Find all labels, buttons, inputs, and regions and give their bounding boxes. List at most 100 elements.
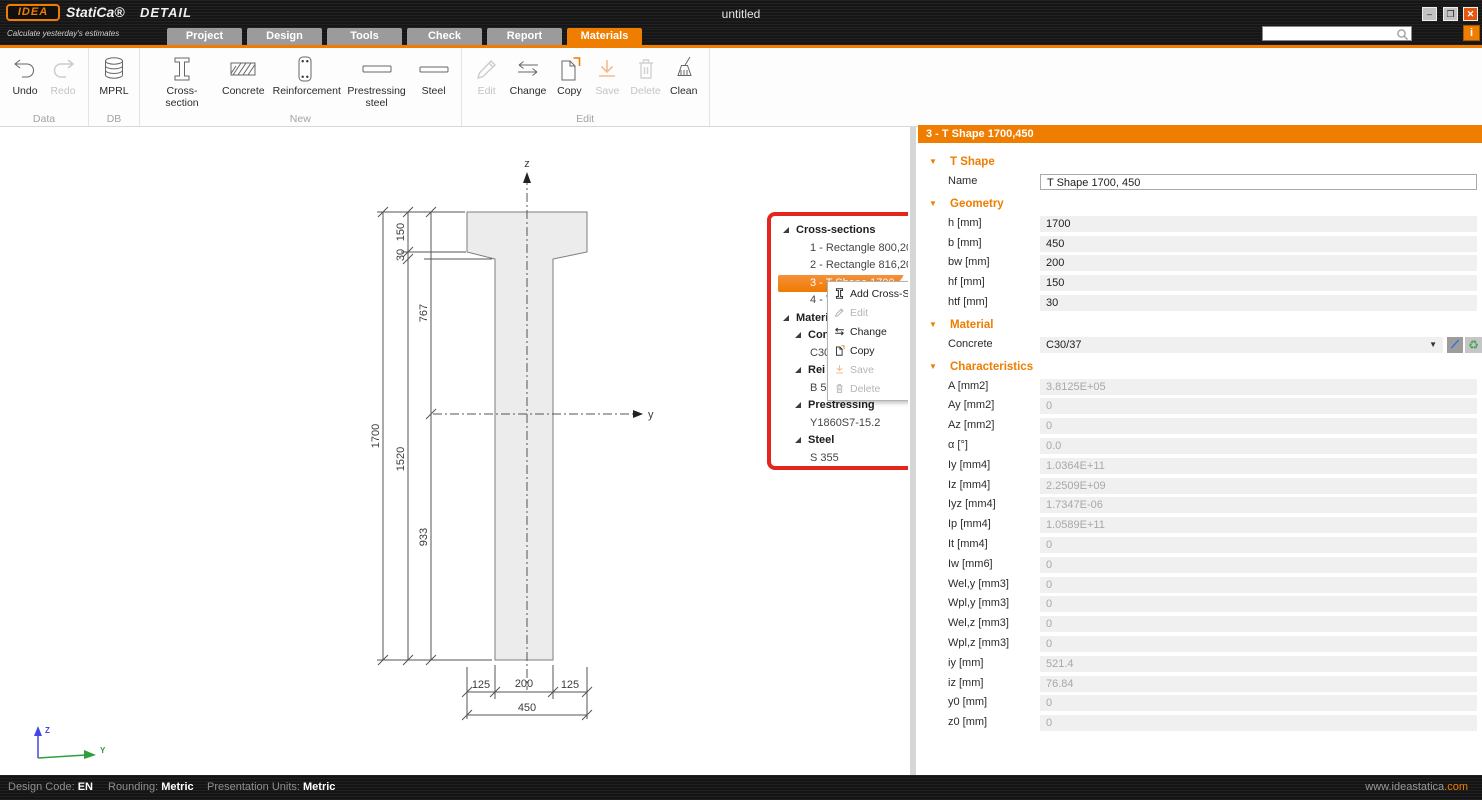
property-row: htf [mm] 30: [918, 294, 1482, 314]
property-row: Az [mm2]0: [918, 417, 1482, 437]
wplz-value: 0: [1040, 636, 1477, 652]
website-link[interactable]: www.ideastatica.com: [1365, 781, 1468, 793]
svg-text:1700: 1700: [370, 424, 382, 448]
search-icon: [1396, 28, 1409, 41]
ip-value: 1.0589E+11: [1040, 517, 1477, 533]
prestressing-steel-button[interactable]: Prestressing steel: [341, 52, 413, 109]
name-field[interactable]: T Shape 1700, 450: [1040, 174, 1477, 190]
hf-field[interactable]: 150: [1040, 275, 1477, 291]
ribbon-group-data: Undo Redo Data: [0, 48, 89, 126]
tree-item-rectangle-816-200[interactable]: 2 - Rectangle 816,200: [778, 257, 906, 275]
drawing-canvas[interactable]: z y: [0, 127, 908, 775]
section-material[interactable]: ▼Material: [918, 314, 1482, 336]
tab-tools[interactable]: Tools: [327, 28, 402, 45]
tree-item-rectangle-800-200[interactable]: 1 - Rectangle 800,200: [778, 240, 906, 258]
info-button[interactable]: i: [1463, 25, 1480, 41]
cross-section-button[interactable]: Cross-section: [146, 52, 218, 109]
minimize-button[interactable]: –: [1422, 7, 1437, 21]
swap-arrows-icon: [513, 52, 543, 86]
save-button[interactable]: Save: [588, 52, 626, 98]
ribbon: Undo Redo Data MPRL: [0, 48, 1482, 127]
maximize-button[interactable]: ❐: [1443, 7, 1458, 21]
axis-triad: Z Y: [34, 726, 106, 759]
property-row: Iy [mm4]1.0364E+11: [918, 457, 1482, 477]
collapse-triangle-icon[interactable]: ▼: [929, 193, 937, 215]
steel-button[interactable]: Steel: [413, 52, 455, 98]
mprl-button[interactable]: MPRL: [95, 52, 133, 98]
redo-icon: [48, 52, 78, 86]
collapse-triangle-icon[interactable]: ▼: [929, 314, 937, 336]
collapse-triangle-icon[interactable]: ▼: [929, 356, 937, 378]
ibeam-icon: [833, 287, 846, 300]
iz-mm-value: 76.84: [1040, 676, 1477, 692]
expander-icon[interactable]: [795, 332, 801, 338]
a-value: 3.8125E+05: [1040, 379, 1477, 395]
concrete-button[interactable]: Concrete: [218, 52, 269, 98]
panel-splitter[interactable]: [908, 127, 918, 775]
welz-value: 0: [1040, 616, 1477, 632]
copy-button[interactable]: Copy: [550, 52, 588, 98]
property-row: iy [mm]521.4: [918, 655, 1482, 675]
property-row: α [°]0.0: [918, 437, 1482, 457]
app-window: IDEA StatiCa® DETAIL untitled – ❐ ✕ Proj…: [0, 0, 1482, 800]
tree-group-steel[interactable]: Steel: [778, 432, 906, 450]
expander-icon[interactable]: [783, 315, 789, 321]
property-panel: 3 - T Shape 1700,450 ▼T Shape Name T Sha…: [918, 125, 1482, 775]
pencil-icon: [472, 52, 502, 86]
search-input[interactable]: [1262, 26, 1412, 41]
cross-section-drawing: z y: [0, 127, 908, 775]
tree-item-s355[interactable]: S 355: [778, 450, 906, 468]
units-status: Presentation Units: Metric: [207, 781, 335, 793]
iyz-value: 1.7347E-06: [1040, 497, 1477, 513]
htf-field[interactable]: 30: [1040, 295, 1477, 311]
tab-design[interactable]: Design: [247, 28, 322, 45]
concrete-dropdown[interactable]: C30/37 ▼: [1040, 337, 1443, 353]
refresh-material-button[interactable]: ♻: [1465, 337, 1482, 353]
change-button[interactable]: Change: [506, 52, 551, 98]
svg-text:767: 767: [418, 304, 430, 322]
iy-mm-value: 521.4: [1040, 656, 1477, 672]
ibeam-icon: [167, 52, 197, 86]
database-icon: [99, 52, 129, 86]
bw-field[interactable]: 200: [1040, 255, 1477, 271]
tree-group-cross-sections[interactable]: Cross-sections: [778, 222, 906, 240]
tree-item-y1860s7[interactable]: Y1860S7-15.2: [778, 415, 906, 433]
expander-icon[interactable]: [795, 367, 801, 373]
svg-text:z: z: [524, 158, 530, 170]
property-row: hf [mm] 150: [918, 274, 1482, 294]
svg-text:Z: Z: [45, 726, 50, 735]
ribbon-group-edit: Edit Change Copy Save: [462, 48, 710, 126]
delete-button[interactable]: Delete: [626, 52, 664, 98]
copy-icon: [833, 344, 846, 357]
tab-report[interactable]: Report: [487, 28, 562, 45]
collapse-triangle-icon[interactable]: ▼: [929, 151, 937, 173]
az-value: 0: [1040, 418, 1477, 434]
ribbon-group-db: MPRL DB: [89, 48, 140, 126]
reinforcement-button[interactable]: Reinforcement: [269, 52, 341, 98]
section-geometry[interactable]: ▼Geometry: [918, 193, 1482, 215]
section-characteristics[interactable]: ▼Characteristics: [918, 356, 1482, 378]
save-arrow-icon: [833, 363, 846, 376]
svg-text:933: 933: [418, 528, 430, 546]
b-field[interactable]: 450: [1040, 236, 1477, 252]
pencil-icon: [1448, 337, 1462, 351]
tab-materials[interactable]: Materials: [567, 28, 642, 45]
property-row: Iz [mm4]2.2509E+09: [918, 477, 1482, 497]
expander-icon[interactable]: [795, 437, 801, 443]
it-value: 0: [1040, 537, 1477, 553]
h-field[interactable]: 1700: [1040, 216, 1477, 232]
undo-button[interactable]: Undo: [6, 52, 44, 98]
edit-material-button[interactable]: [1447, 337, 1463, 353]
z0-value: 0: [1040, 715, 1477, 731]
redo-button[interactable]: Redo: [44, 52, 82, 98]
close-button[interactable]: ✕: [1463, 7, 1478, 21]
section-t-shape[interactable]: ▼T Shape: [918, 151, 1482, 173]
property-row: A [mm2]3.8125E+05: [918, 378, 1482, 398]
tab-project[interactable]: Project: [167, 28, 242, 45]
expander-icon[interactable]: [783, 227, 789, 233]
tab-check[interactable]: Check: [407, 28, 482, 45]
swap-arrows-icon: [833, 325, 846, 338]
clean-button[interactable]: Clean: [665, 52, 703, 98]
expander-icon[interactable]: [795, 402, 801, 408]
edit-button[interactable]: Edit: [468, 52, 506, 98]
